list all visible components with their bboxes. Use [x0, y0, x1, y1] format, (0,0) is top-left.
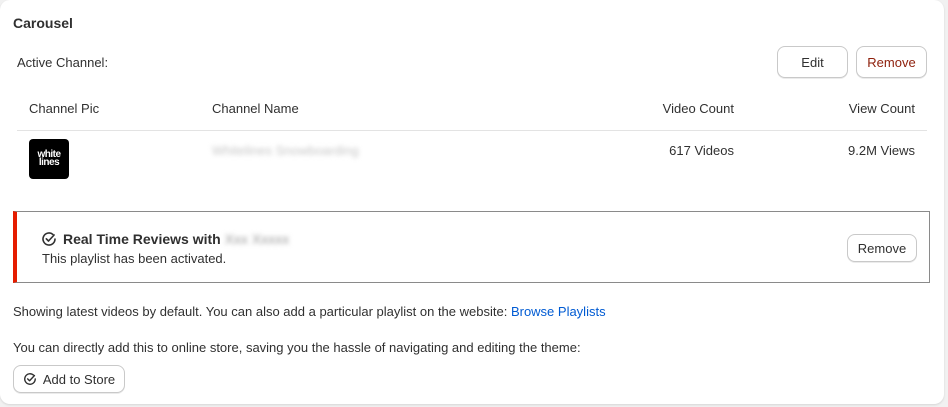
active-channel-label: Active Channel:: [17, 55, 109, 70]
add-to-store-label: Add to Store: [42, 371, 116, 387]
column-header-channel-name: Channel Name: [212, 101, 299, 116]
carousel-card: Carousel Active Channel: Edit Remove Cha…: [0, 0, 944, 404]
add-to-store-info: You can directly add this to online stor…: [13, 340, 581, 355]
view-count-cell: 9.2M Views: [848, 143, 915, 158]
channel-name-cell: Whitelines Snowboarding: [212, 143, 359, 158]
column-header-channel-pic: Channel Pic: [29, 101, 100, 116]
banner-subtitle: This playlist has been activated.: [42, 251, 227, 266]
channel-logo: white lines: [37, 149, 61, 168]
edit-button[interactable]: Edit: [777, 46, 848, 78]
check-circle-icon: [41, 231, 57, 247]
video-count-cell: 617 Videos: [669, 143, 734, 158]
default-videos-info: Showing latest videos by default. You ca…: [13, 304, 606, 319]
column-header-view-count: View Count: [848, 101, 915, 116]
banner-title-redacted: Xxx Xxxxx: [224, 231, 290, 247]
table-divider: [17, 130, 927, 131]
activated-playlist-banner: Real Time Reviews with Xxx Xxxxx This pl…: [13, 211, 930, 283]
remove-playlist-button[interactable]: Remove: [847, 234, 917, 262]
default-videos-text: Showing latest videos by default. You ca…: [13, 304, 508, 319]
column-header-video-count: Video Count: [662, 101, 734, 116]
browse-playlists-link[interactable]: Browse Playlists: [511, 304, 606, 319]
remove-channel-button[interactable]: Remove: [856, 46, 927, 78]
check-circle-icon: [23, 372, 37, 386]
banner-title: Real Time Reviews with Xxx Xxxxx: [63, 231, 289, 247]
add-to-store-button[interactable]: Add to Store: [13, 365, 125, 393]
banner-title-text: Real Time Reviews with: [63, 231, 221, 247]
channel-avatar: white lines: [29, 139, 69, 179]
section-title: Carousel: [13, 15, 73, 31]
